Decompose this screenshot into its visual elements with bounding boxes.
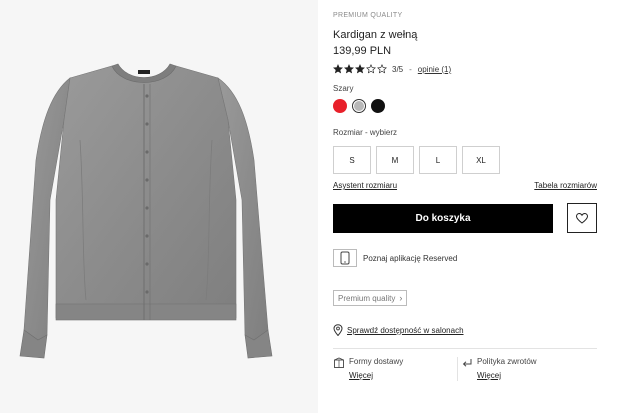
returns-title: Polityka zwrotów <box>477 357 537 366</box>
size-table-link[interactable]: Tabela rozmiarów <box>534 181 597 190</box>
store-availability-text: Sprawdź dostępność w salonach <box>347 325 464 335</box>
color-label: Szary <box>333 84 354 93</box>
app-promo-text: Poznaj aplikację Reserved <box>363 253 458 263</box>
phone-icon-box <box>333 249 357 267</box>
phone-icon <box>340 251 350 265</box>
star-filled-icon <box>344 64 354 74</box>
delivery-box-icon <box>334 357 344 368</box>
size-option-xl[interactable]: XL <box>462 146 500 174</box>
premium-quality-text: Premium quality <box>338 293 396 303</box>
color-swatch-fill <box>354 101 364 111</box>
returns-more-link[interactable]: Więcej <box>477 371 537 380</box>
add-to-cart-button[interactable]: Do koszyka <box>333 204 553 233</box>
delivery-title: Formy dostawy <box>349 357 404 366</box>
product-image-area[interactable] <box>0 0 318 413</box>
size-option-l[interactable]: L <box>419 146 457 174</box>
info-divider <box>457 357 458 381</box>
product-image <box>19 63 273 359</box>
color-swatch-red[interactable] <box>333 99 347 113</box>
size-options: S M L XL <box>333 146 500 174</box>
star-empty-icon <box>366 64 376 74</box>
size-label: Rozmiar - wybierz <box>333 128 398 137</box>
location-pin-icon <box>333 324 343 336</box>
star-filled-icon <box>355 64 365 74</box>
delivery-more-link[interactable]: Więcej <box>349 371 403 380</box>
product-kicker: PREMIUM QUALITY <box>333 12 403 19</box>
delivery-info: Formy dostawy Więcej <box>333 357 403 380</box>
rating-stars <box>333 64 387 74</box>
heart-icon <box>576 212 588 224</box>
rating-score: 3/5 <box>392 64 404 74</box>
product-title: Kardigan z wełną <box>333 29 418 41</box>
premium-quality-badge[interactable]: Premium quality › <box>333 290 408 306</box>
size-links: Asystent rozmiaru Tabela rozmiarów <box>333 181 597 190</box>
color-swatch-grey[interactable] <box>352 99 366 113</box>
rating-row: 3/5 - opinie (1) <box>333 63 451 75</box>
product-details-panel: PREMIUM QUALITY Kardigan z wełną 139,99 … <box>333 0 620 413</box>
store-availability[interactable]: Sprawdź dostępność w salonach <box>333 324 464 336</box>
wishlist-button[interactable] <box>567 203 597 233</box>
reviews-link[interactable]: opinie (1) <box>418 65 451 74</box>
star-filled-icon <box>333 64 343 74</box>
color-swatches <box>333 99 385 113</box>
color-swatch-fill <box>333 99 347 113</box>
returns-info: Polityka zwrotów Więcej <box>461 357 537 380</box>
star-empty-icon <box>377 64 387 74</box>
app-promo[interactable]: Poznaj aplikację Reserved <box>333 249 457 267</box>
size-option-m[interactable]: M <box>376 146 414 174</box>
size-option-s[interactable]: S <box>333 146 371 174</box>
product-price: 139,99 PLN <box>333 45 392 57</box>
color-swatch-black[interactable] <box>371 99 385 113</box>
return-arrow-icon <box>462 359 472 367</box>
color-swatch-fill <box>371 99 385 113</box>
rating-separator: - <box>409 64 412 74</box>
divider <box>333 348 597 349</box>
size-assistant-link[interactable]: Asystent rozmiaru <box>333 181 397 190</box>
chevron-right-icon: › <box>399 293 403 303</box>
